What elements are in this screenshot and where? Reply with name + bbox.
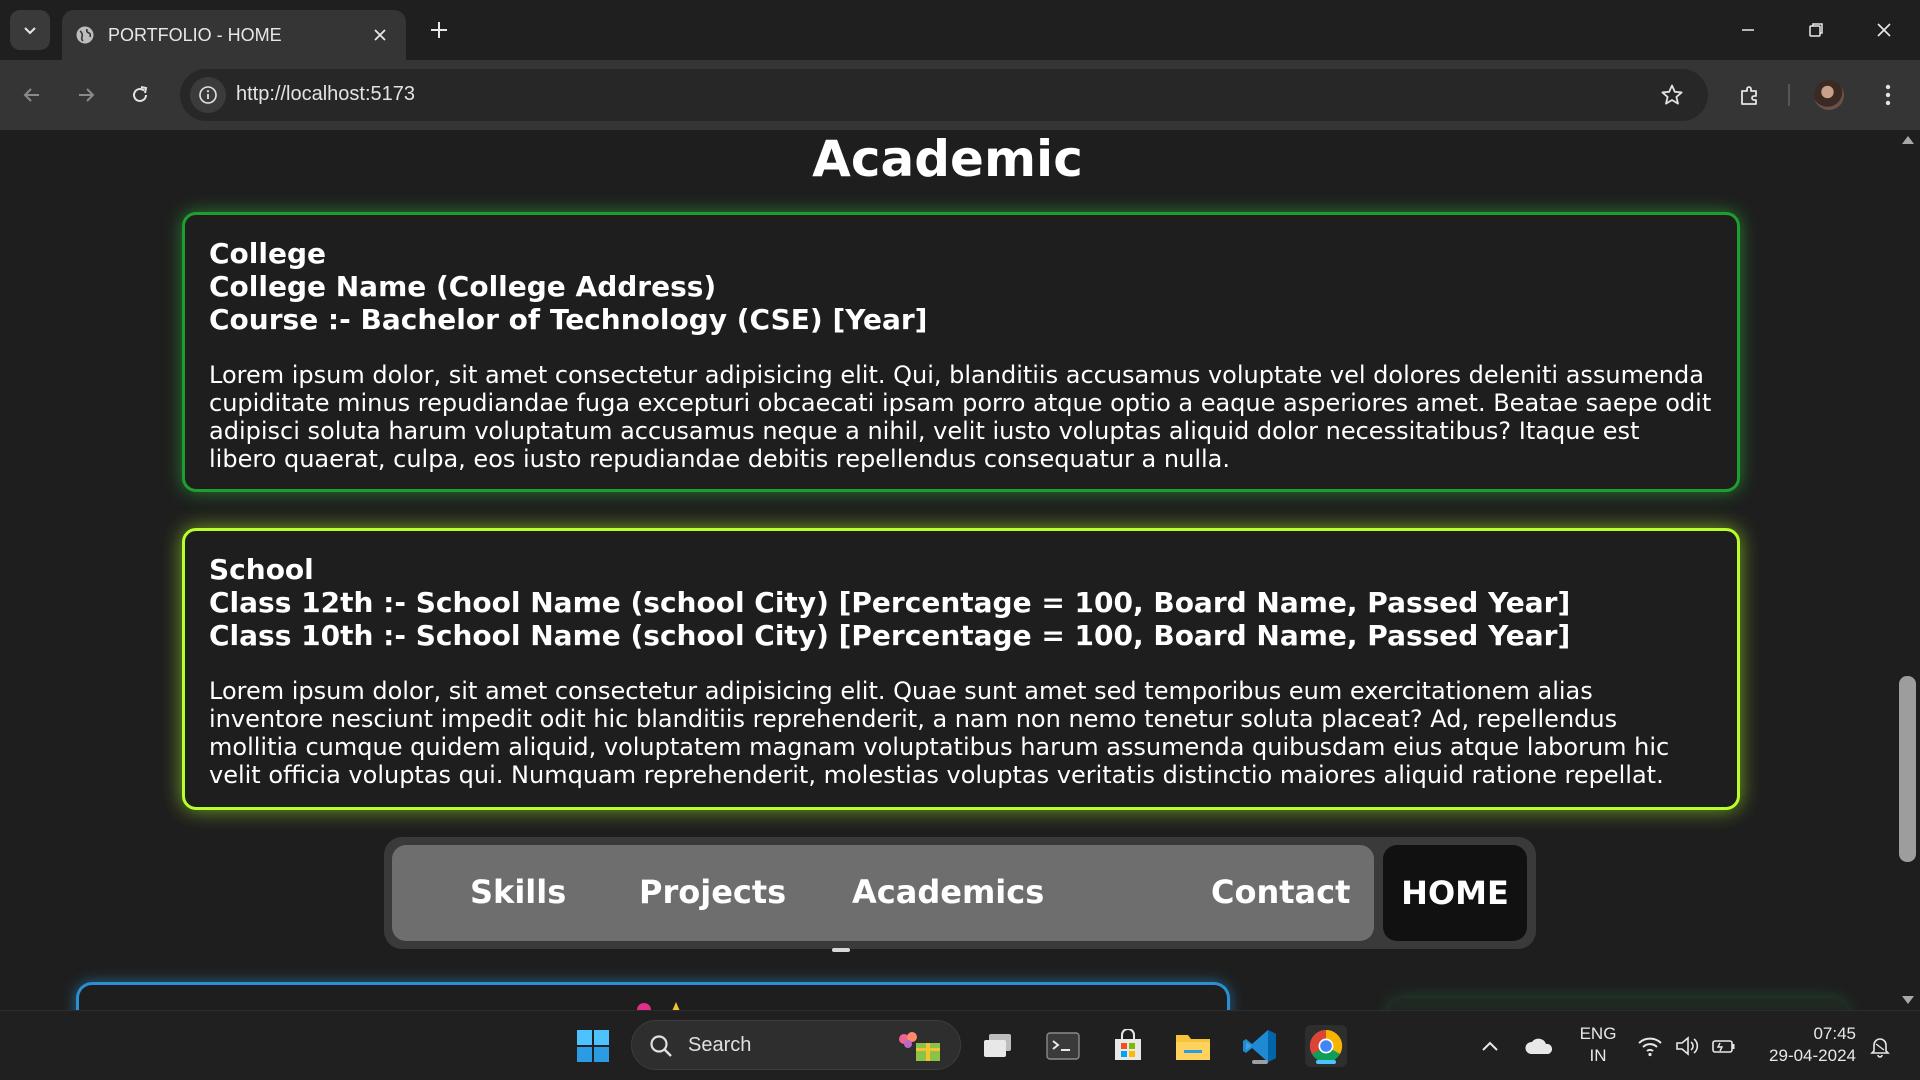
microsoft-store-icon[interactable] [1107,1025,1149,1067]
close-window-icon[interactable] [1860,12,1908,48]
browser-tab[interactable]: PORTFOLIO - HOME [62,10,406,60]
minimize-icon[interactable] [1724,12,1772,48]
search-icon [650,1035,672,1057]
profile-avatar[interactable] [1814,80,1844,110]
school-card: School Class 12th :- School Name (school… [182,528,1740,810]
decorative-sticker-icon [637,1002,680,1010]
close-tab-icon[interactable] [368,23,392,47]
school-class12: Class 12th :- School Name (school City) … [209,586,1571,619]
browser-toolbar: http://localhost:5173 [0,60,1920,130]
portfolio-navbar: Skills Projects Academics Contact HOME [384,837,1536,949]
scroll-up-arrow-icon[interactable] [1902,136,1914,144]
kebab-menu-icon[interactable] [1870,77,1906,113]
new-tab-icon[interactable] [425,16,453,44]
active-app-indicator [1316,1060,1336,1064]
section-title: Academic [812,130,1083,188]
address-bar[interactable]: http://localhost:5173 [180,69,1708,121]
reload-icon[interactable] [122,77,158,113]
taskbar: Search ENG IN 07:45 29-04-2024 [0,1010,1920,1080]
site-info-icon[interactable] [190,77,226,113]
restore-icon[interactable] [1792,12,1840,48]
nav-link-projects[interactable]: Projects [639,872,786,912]
nav-link-skills[interactable]: Skills [470,872,566,912]
system-clock[interactable]: 07:45 29-04-2024 [1756,1023,1856,1067]
nav-link-academics[interactable]: Academics [852,872,1044,912]
terminal-icon[interactable] [1042,1025,1084,1067]
school-description: Lorem ipsum dolor, sit amet consectetur … [209,677,1670,789]
wifi-icon[interactable] [1632,1025,1668,1067]
college-card: College College Name (College Address) C… [182,212,1740,492]
browser-tab-strip: PORTFOLIO - HOME [0,0,1920,60]
school-class10: Class 10th :- School Name (school City) … [209,619,1571,652]
forward-arrow-icon[interactable] [68,77,104,113]
chevron-down-icon [24,27,36,35]
scroll-down-arrow-icon[interactable] [1902,996,1914,1004]
tab-search-button[interactable] [10,10,50,50]
task-view-icon[interactable] [977,1025,1019,1067]
onedrive-cloud-icon[interactable] [1517,1025,1561,1067]
search-label: Search [688,1034,752,1056]
tab-title: PORTFOLIO - HOME [108,24,282,45]
back-arrow-icon[interactable] [14,77,50,113]
region-code: IN [1589,1046,1607,1065]
battery-icon[interactable] [1706,1025,1742,1067]
taskbar-search-box[interactable]: Search [631,1020,961,1070]
college-description: Lorem ipsum dolor, sit amet consectetur … [209,361,1712,473]
volume-icon[interactable] [1670,1025,1706,1067]
globe-icon [74,24,96,46]
nav-indicator [832,948,850,952]
url-text[interactable]: http://localhost:5173 [236,83,415,106]
windows-start-icon[interactable] [572,1025,614,1067]
bookmark-star-icon[interactable] [1658,81,1686,109]
vscode-icon[interactable] [1239,1025,1281,1067]
input-language-indicator[interactable]: ENG IN [1576,1023,1620,1067]
chrome-icon[interactable] [1305,1025,1347,1067]
scrollbar-thumb[interactable] [1899,676,1916,862]
notification-bell-icon[interactable] [1862,1025,1898,1067]
next-section-card-secondary [1388,998,1848,1010]
toolbar-divider [1788,84,1790,106]
navbar-links-group: Skills Projects Academics Contact [392,845,1374,941]
home-button[interactable]: HOME [1383,845,1527,941]
file-explorer-icon[interactable] [1172,1025,1214,1067]
chevron-up-icon[interactable] [1470,1025,1510,1067]
extensions-puzzle-icon[interactable] [1732,77,1768,113]
college-name: College Name (College Address) [209,270,717,303]
nav-link-contact[interactable]: Contact [1211,872,1350,912]
gift-flowers-icon [899,1032,940,1061]
page-viewport: Academic College College Name (College A… [0,130,1895,1010]
college-heading: College [209,237,327,270]
page-scrollbar[interactable] [1895,130,1920,1010]
clock-time: 07:45 [1813,1024,1856,1043]
language-code: ENG [1579,1024,1617,1043]
school-heading: School [209,553,314,586]
college-course: Course :- Bachelor of Technology (CSE) [… [209,303,928,336]
running-indicator [1252,1060,1268,1064]
clock-date: 29-04-2024 [1769,1046,1856,1065]
